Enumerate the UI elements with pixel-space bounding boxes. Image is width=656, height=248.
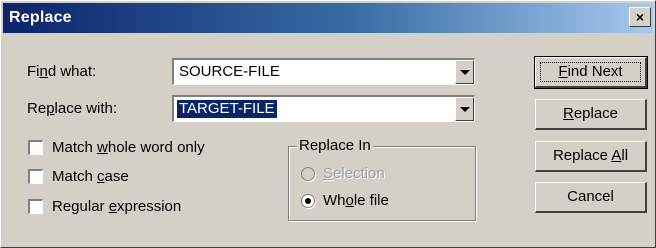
replace-with-value: TARGET-FILE [177, 100, 277, 118]
replace-in-title: Replace In [297, 137, 373, 154]
selection-label: Selection [323, 165, 385, 182]
cancel-button[interactable]: Cancel [535, 182, 647, 213]
whole-file-radio[interactable] [301, 194, 315, 208]
title-bar[interactable]: Replace × [3, 3, 653, 33]
chevron-down-icon[interactable] [455, 60, 474, 84]
replace-button[interactable]: Replace [535, 99, 647, 130]
replace-all-button[interactable]: Replace All [535, 141, 647, 172]
match-case-checkbox[interactable] [28, 169, 43, 184]
replace-dialog: Replace × Find what: SOURCE-FILE Replace… [0, 0, 656, 248]
replace-with-label: Replace with: [27, 100, 118, 117]
find-what-label: Find what: [27, 63, 97, 80]
close-icon: × [635, 9, 645, 25]
find-what-combobox[interactable]: SOURCE-FILE [172, 58, 475, 85]
replace-with-combobox[interactable]: TARGET-FILE [172, 95, 475, 122]
chevron-down-icon[interactable] [455, 97, 474, 121]
focus-rectangle [540, 62, 641, 82]
regular-expression-label[interactable]: Regular expression [52, 198, 181, 215]
replace-in-group: Replace In Selection Whole file [288, 137, 476, 221]
match-case-label[interactable]: Match case [52, 168, 129, 185]
match-whole-word-label[interactable]: Match whole word only [52, 139, 205, 156]
close-button[interactable]: × [629, 7, 651, 27]
regular-expression-checkbox[interactable] [28, 199, 43, 214]
radio-selected-dot [305, 198, 311, 204]
whole-file-label[interactable]: Whole file [323, 192, 389, 209]
match-whole-word-checkbox[interactable] [28, 140, 43, 155]
find-next-button[interactable]: Find Next [534, 56, 648, 89]
selection-radio[interactable] [301, 167, 315, 181]
window-title: Replace [9, 9, 72, 26]
find-what-value: SOURCE-FILE [179, 63, 280, 80]
